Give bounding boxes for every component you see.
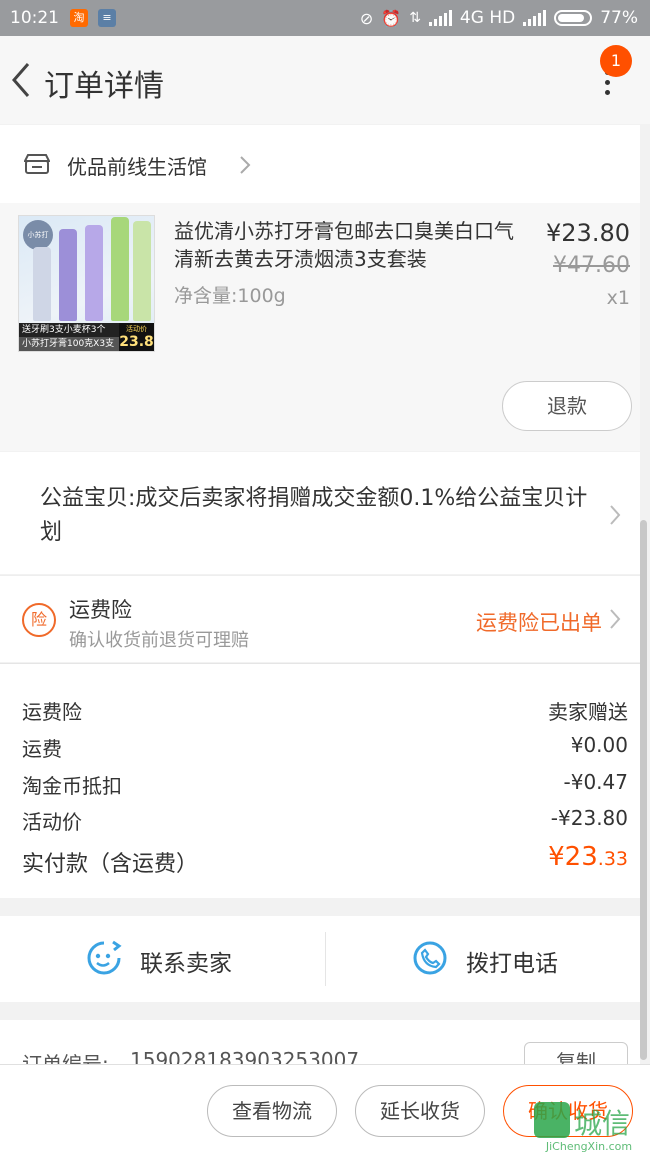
total-value: ¥23.33 bbox=[548, 842, 628, 872]
signal-icon bbox=[428, 10, 452, 26]
store-icon bbox=[24, 154, 50, 174]
fee-value: -¥0.47 bbox=[563, 770, 628, 794]
product-row[interactable]: 小苏打 送牙刷3支小麦杯3个 小苏打牙膏100克X3支 活动价 23.8 益优清小… bbox=[0, 203, 640, 451]
total-value-cents: .33 bbox=[597, 848, 628, 870]
insurance-title: 运费险 bbox=[69, 598, 132, 622]
thumb-promo-label: 活动价 bbox=[126, 325, 147, 333]
fee-value: ¥0.00 bbox=[570, 733, 628, 757]
product-thumbnail[interactable]: 小苏打 送牙刷3支小麦杯3个 小苏打牙膏100克X3支 活动价 23.8 bbox=[18, 215, 155, 352]
extend-receipt-button[interactable]: 延长收货 bbox=[355, 1085, 485, 1137]
fee-row-promo: 活动价 -¥23.80 bbox=[22, 806, 628, 835]
status-icons: ⊘ ⏰ ⇅ 4G HD 77% bbox=[360, 8, 638, 28]
watermark-logo bbox=[534, 1102, 570, 1138]
view-logistics-button[interactable]: 查看物流 bbox=[207, 1085, 337, 1137]
thumb-strip-gift: 送牙刷3支小麦杯3个 bbox=[19, 323, 121, 337]
contact-seller-button[interactable]: 联系卖家 bbox=[0, 916, 320, 1002]
insurance-icon: 险 bbox=[22, 603, 56, 637]
thumb-promo-price: 23.8 bbox=[119, 334, 154, 350]
notification-badge: 1 bbox=[600, 45, 632, 77]
product-spec: 净含量:100g bbox=[174, 285, 286, 307]
call-phone-button[interactable]: 拨打电话 bbox=[326, 916, 646, 1002]
order-number-row: 订单编号: 1590281839032530​07 复制 bbox=[0, 1020, 640, 1082]
thumb-strip-spec: 小苏打牙膏100克X3支 bbox=[19, 337, 121, 351]
product-original-price: ¥47.60 bbox=[553, 253, 630, 278]
thumb-tube-1 bbox=[33, 247, 51, 321]
shipping-insurance-row[interactable]: 险 运费险 确认收货前退货可理赔 运费险已出单 bbox=[0, 575, 640, 662]
fee-row-total: 实付款（含运费） ¥23.33 bbox=[22, 842, 628, 878]
thumb-tube-5 bbox=[133, 221, 151, 321]
thumb-tube-4 bbox=[111, 217, 129, 321]
chat-face-icon bbox=[87, 940, 122, 975]
charity-text: 公益宝贝:成交后卖家将捐赠成交金额0.1%给公益宝贝计划 bbox=[40, 486, 588, 545]
message-notification-icon: ≡ bbox=[98, 9, 116, 27]
network-type: 4G HD bbox=[459, 8, 516, 28]
fee-row-insurance: 运费险 卖家赠送 bbox=[22, 696, 628, 725]
fee-row-coins: 淘金币抵扣 -¥0.47 bbox=[22, 770, 628, 799]
watermark-site: JiChengXin.com bbox=[545, 1140, 633, 1153]
insurance-status: 运费险已出单 bbox=[476, 611, 602, 635]
charity-chevron-icon bbox=[610, 505, 621, 525]
battery-percent: 77% bbox=[600, 8, 638, 28]
refund-button[interactable]: 退款 bbox=[502, 381, 632, 431]
fee-value: 卖家赠送 bbox=[548, 700, 628, 724]
store-row[interactable]: 优品前线生活馆 bbox=[0, 125, 640, 203]
contact-seller-label: 联系卖家 bbox=[140, 951, 232, 977]
watermark-text: 城信 bbox=[574, 1107, 631, 1140]
thumb-tube-3 bbox=[85, 225, 103, 321]
back-arrow-icon[interactable] bbox=[8, 60, 34, 100]
insurance-chevron-icon bbox=[610, 609, 621, 629]
fee-label: 运费 bbox=[22, 737, 62, 761]
thumb-tube-2 bbox=[59, 229, 77, 321]
alarm-icon: ⏰ bbox=[381, 8, 402, 28]
status-bar: 10:21 淘 ≡ ⊘ ⏰ ⇅ 4G HD 77% bbox=[0, 0, 650, 36]
insurance-subtitle: 确认收货前退货可理赔 bbox=[69, 630, 249, 651]
fee-label: 活动价 bbox=[22, 810, 82, 834]
battery-icon bbox=[554, 10, 593, 26]
fee-row-shipping: 运费 ¥0.00 bbox=[22, 733, 628, 762]
data-arrows-icon: ⇅ bbox=[409, 10, 421, 26]
store-name: 优品前线生活馆 bbox=[67, 155, 207, 179]
phone-icon bbox=[413, 941, 447, 975]
nav-bar: 订单详情 1 bbox=[0, 36, 650, 124]
contact-bar: 联系卖家 拨打电话 bbox=[0, 916, 640, 1002]
thumb-badge: 小苏打 bbox=[23, 220, 53, 250]
fee-summary: 运费险 卖家赠送 运费 ¥0.00 淘金币抵扣 -¥0.47 活动价 -¥23.… bbox=[0, 663, 640, 898]
page-title: 订单详情 bbox=[44, 69, 164, 104]
mute-icon: ⊘ bbox=[359, 8, 374, 28]
product-title: 益优清小苏打牙膏包邮去口臭美白口气清新去黄去牙渍烟渍3支套装 bbox=[174, 219, 514, 271]
product-quantity: x1 bbox=[606, 287, 630, 309]
total-label: 实付款（含运费） bbox=[22, 852, 199, 877]
charity-row[interactable]: 公益宝贝:成交后卖家将捐赠成交金额0.1%给公益宝贝计划 bbox=[0, 452, 640, 574]
watermark: 城信 JiChengXin.com bbox=[528, 1100, 650, 1155]
call-phone-label: 拨打电话 bbox=[466, 951, 558, 977]
thumb-promo: 活动价 23.8 bbox=[119, 323, 154, 351]
product-price: ¥23.80 bbox=[546, 219, 630, 247]
fee-value: -¥23.80 bbox=[550, 806, 628, 830]
order-item-card: 优品前线生活馆 小苏打 送牙刷3支小麦杯3个 小苏打牙膏100克X3支 活动价 2… bbox=[0, 125, 640, 451]
fee-label: 淘金币抵扣 bbox=[22, 774, 122, 798]
taobao-notification-icon: 淘 bbox=[70, 9, 88, 27]
signal-2-icon bbox=[523, 10, 547, 26]
total-value-main: ¥23 bbox=[548, 842, 598, 872]
chevron-right-icon bbox=[240, 156, 251, 174]
scrollbar[interactable] bbox=[640, 520, 647, 1060]
fee-label: 运费险 bbox=[22, 700, 82, 724]
status-time: 10:21 bbox=[10, 8, 59, 28]
